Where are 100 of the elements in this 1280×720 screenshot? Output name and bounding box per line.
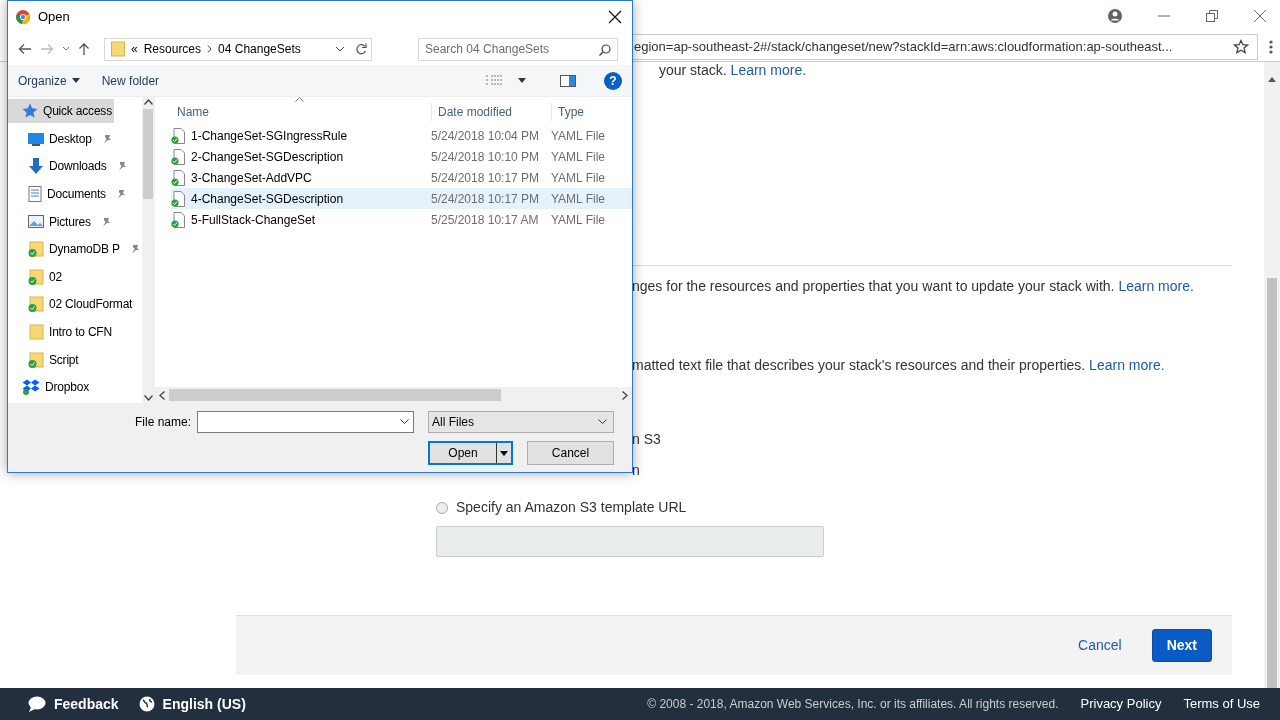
cancel-button[interactable]: Cancel	[527, 441, 614, 465]
globe-icon	[138, 696, 155, 712]
file-type-dropdown[interactable]: All Files	[428, 411, 614, 433]
up-icon[interactable]	[78, 42, 90, 56]
file-name: 3-ChangeSet-AddVPC	[191, 169, 312, 187]
scrollbar[interactable]	[141, 97, 155, 403]
column-header[interactable]: Type	[551, 103, 611, 121]
star-icon[interactable]	[1233, 38, 1249, 55]
cancel-button[interactable]: Cancel	[1072, 634, 1128, 657]
synced-folder-icon	[28, 268, 44, 285]
sidebar-item[interactable]: DynamoDB P	[8, 237, 142, 262]
search-icon[interactable]	[599, 43, 611, 56]
file-name: 4-ChangeSet-SGDescription	[191, 190, 344, 208]
learn-more-link[interactable]: Learn more.	[1089, 357, 1165, 373]
file-name: 1-ChangeSet-SGIngressRule	[191, 127, 348, 145]
file-date: 5/25/2018 10:17 AM	[430, 211, 540, 229]
sidebar-item[interactable]: Script	[8, 347, 86, 372]
sidebar-item[interactable]: Intro to CFN	[8, 320, 119, 344]
file-row[interactable]: 2-ChangeSet-SGDescription 5/24/2018 10:10 PM YAML File	[171, 146, 632, 167]
column-header[interactable]: Name	[171, 103, 431, 121]
folder-icon	[111, 41, 125, 57]
dropbox-icon	[22, 379, 40, 396]
search-field[interactable]: Search 04 ChangeSets	[418, 37, 618, 61]
field-label: File name:	[134, 414, 191, 431]
footer-link[interactable]: Privacy Policy	[1080, 694, 1162, 714]
scroll-left-icon[interactable]	[159, 390, 165, 400]
sidebar-item[interactable]: Documents	[8, 181, 128, 206]
scroll-up-icon[interactable]	[1268, 76, 1276, 82]
feedback-link[interactable]: Feedback	[54, 693, 119, 715]
yaml-file-icon	[171, 148, 185, 165]
file-name-field[interactable]	[197, 411, 414, 433]
copyright-text: © 2008 - 2018, Amazon Web Services, Inc. or its affiliates. All rights reserved.	[647, 696, 1059, 713]
organize-button[interactable]: Organize	[18, 71, 80, 90]
file-date: 5/24/2018 10:04 PM	[430, 127, 541, 145]
learn-more-link[interactable]: Learn more.	[730, 62, 807, 78]
dialog-title: Open	[38, 8, 70, 27]
scrollbar-thumb[interactable]	[169, 389, 501, 401]
refresh-icon[interactable]	[355, 43, 367, 55]
scrollbar[interactable]	[155, 387, 632, 403]
learn-more-link[interactable]: Learn more.	[1118, 278, 1194, 294]
url-input-field[interactable]	[436, 526, 824, 557]
sidebar-item[interactable]: Dropbox	[8, 375, 91, 400]
file-row[interactable]: 5-FullStack-ChangeSet 5/25/2018 10:17 AM YAML File	[171, 209, 632, 230]
chevron-right-icon	[207, 45, 213, 53]
profile-icon[interactable]	[1108, 9, 1122, 23]
help-button[interactable]: ?	[604, 71, 622, 90]
chevron-down-icon	[598, 419, 607, 425]
caret-icon[interactable]	[518, 78, 526, 83]
picture-icon	[28, 215, 44, 228]
sidebar-item[interactable]: Downloads	[8, 154, 129, 179]
paragraph: matted text file that describes your stack's resources and their properties. Learn more.	[632, 356, 1166, 375]
back-icon[interactable]	[18, 43, 32, 55]
file-name: 5-FullStack-ChangeSet	[191, 211, 316, 229]
file-name: 2-ChangeSet-SGDescription	[191, 148, 344, 166]
footer-link[interactable]: Terms of Use	[1183, 694, 1260, 714]
file-type: YAML File	[551, 190, 605, 208]
breadcrumb-segment[interactable]: 04 ChangeSets	[218, 40, 301, 58]
chevron-down-icon[interactable]	[62, 46, 70, 52]
chevron-down-icon[interactable]	[335, 46, 345, 52]
browser-logo-icon	[16, 10, 30, 24]
address-field[interactable]: « Resources 04 ChangeSets	[104, 37, 372, 61]
sidebar-item[interactable]: 02	[8, 264, 69, 289]
column-header[interactable]: Date modified	[431, 103, 551, 121]
scroll-down-icon[interactable]	[143, 395, 153, 401]
preview-pane-icon[interactable]	[560, 74, 576, 87]
close-icon[interactable]	[608, 10, 622, 24]
file-row[interactable]: 1-ChangeSet-SGIngressRule 5/24/2018 10:04 PM YAML File	[171, 125, 632, 146]
scrollbar-thumb[interactable]	[1267, 278, 1277, 688]
yaml-file-icon	[171, 169, 185, 186]
sidebar-item[interactable]: Pictures	[8, 209, 113, 234]
radio-button[interactable]	[436, 501, 448, 514]
yaml-file-icon	[171, 211, 185, 228]
restore-icon[interactable]	[1206, 10, 1218, 22]
scrollbar-thumb[interactable]	[143, 109, 154, 199]
open-button[interactable]: Open	[428, 441, 513, 465]
file-type: YAML File	[551, 127, 605, 145]
sidebar-item[interactable]: Desktop	[8, 126, 114, 151]
sort-up-icon	[295, 97, 304, 102]
folder-icon	[28, 324, 44, 340]
sidebar-item[interactable]: Quick access	[8, 99, 114, 123]
file-row[interactable]: 3-ChangeSet-AddVPC 5/24/2018 10:17 PM YAML File	[171, 167, 632, 188]
breadcrumb-segment[interactable]: Resources	[143, 40, 202, 58]
chevron-down-icon	[400, 419, 409, 425]
breadcrumb-overflow[interactable]: «	[131, 40, 138, 58]
next-button[interactable]: Next	[1151, 629, 1212, 662]
scroll-up-icon[interactable]	[143, 99, 153, 105]
file-row[interactable]: 4-ChangeSet-SGDescription 5/24/2018 10:17 PM YAML File	[171, 188, 632, 209]
sidebar-item[interactable]: 02 CloudFormat	[8, 292, 140, 317]
scrollbar[interactable]	[1264, 62, 1280, 688]
synced-folder-icon	[28, 351, 44, 368]
star-icon	[22, 103, 38, 119]
file-type: YAML File	[551, 211, 605, 229]
paragraph: nges for the resources and properties that you want to update your stack with. Learn more.	[632, 277, 1195, 296]
synced-folder-icon	[28, 241, 44, 258]
option-label: n	[632, 461, 641, 480]
yaml-file-icon	[171, 190, 185, 207]
new-folder-button[interactable]: New folder	[101, 71, 160, 90]
scroll-right-icon[interactable]	[622, 390, 628, 400]
language-selector[interactable]: English (US)	[162, 693, 246, 715]
address-bar[interactable]: egion=ap-southeast-2#/stack/changeset/new?stackId=arn:aws:cloudformation:ap-southeast...	[632, 33, 1258, 60]
